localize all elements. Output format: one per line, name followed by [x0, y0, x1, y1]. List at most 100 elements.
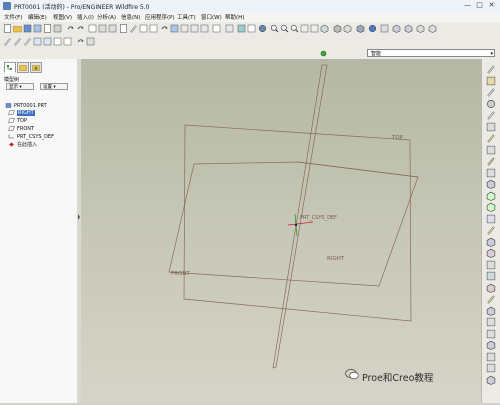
- datum-tool-icon[interactable]: [486, 214, 496, 224]
- toolbar-button-icon[interactable]: [428, 24, 437, 33]
- datum-tool-icon[interactable]: [486, 64, 496, 74]
- toolbar-button-icon[interactable]: [160, 24, 169, 33]
- toolbar-button-icon[interactable]: [290, 24, 299, 33]
- menu-analysis[interactable]: 分析(A): [97, 13, 116, 21]
- datum-tool-icon[interactable]: [486, 110, 496, 120]
- toolbar-button-icon[interactable]: [23, 37, 32, 46]
- datum-tool-icon[interactable]: [486, 145, 496, 155]
- toolbar-button-icon[interactable]: [368, 24, 377, 33]
- toolbar-button-icon[interactable]: [237, 24, 246, 33]
- datum-tool-icon[interactable]: [486, 191, 496, 201]
- graphics-canvas[interactable]: TOP RIGHT FRONT PRT_CSYS_DEF: [81, 59, 481, 403]
- datum-tool-icon[interactable]: [486, 133, 496, 143]
- toolbar-button-icon[interactable]: [43, 24, 52, 33]
- datum-tool-icon[interactable]: [486, 306, 496, 316]
- toolbar-button-icon[interactable]: [119, 24, 128, 33]
- toolbar-button-icon[interactable]: [98, 24, 107, 33]
- minimize-button[interactable]: —: [462, 1, 473, 10]
- menu-applications[interactable]: 应用程序(P): [145, 13, 175, 21]
- close-button[interactable]: ✕: [486, 1, 497, 10]
- menu-info[interactable]: 信息(N): [121, 13, 140, 21]
- datum-tool-icon[interactable]: [486, 283, 496, 293]
- toolbar-button-icon[interactable]: [180, 24, 189, 33]
- toolbar-button-icon[interactable]: [200, 24, 209, 33]
- toolbar-button-icon[interactable]: [416, 24, 425, 33]
- toolbar-button-icon[interactable]: [33, 24, 42, 33]
- folder-tab[interactable]: [17, 62, 29, 73]
- toolbar-button-icon[interactable]: [33, 37, 42, 46]
- toolbar-button-icon[interactable]: [343, 24, 352, 33]
- toolbar-button-icon[interactable]: [404, 24, 413, 33]
- menu-insert[interactable]: 插入(I): [77, 13, 94, 21]
- toolbar-button-icon[interactable]: [88, 24, 97, 33]
- favorites-tab[interactable]: [30, 62, 42, 73]
- tree-item[interactable]: 在此插入: [8, 142, 37, 149]
- datum-tool-icon[interactable]: [486, 156, 496, 166]
- datum-tool-icon[interactable]: [486, 202, 496, 212]
- tree-item[interactable]: TOP: [8, 118, 27, 125]
- toolbar-button-icon[interactable]: [86, 37, 95, 46]
- toolbar-button-icon[interactable]: [23, 24, 32, 33]
- datum-tool-icon[interactable]: [486, 99, 496, 109]
- datum-tool-icon[interactable]: [486, 179, 496, 189]
- toolbar-button-icon[interactable]: [212, 24, 221, 33]
- toolbar-button-icon[interactable]: [53, 37, 62, 46]
- settings-dropdown[interactable]: 设置 ▾: [40, 83, 68, 90]
- datum-tool-icon[interactable]: [486, 168, 496, 178]
- toolbar-button-icon[interactable]: [108, 24, 117, 33]
- datum-tool-icon[interactable]: [486, 122, 496, 132]
- toolbar-button-icon[interactable]: [149, 24, 158, 33]
- toolbar-button-icon[interactable]: [63, 37, 72, 46]
- toolbar-button-icon[interactable]: [258, 24, 267, 33]
- model-tree-tab[interactable]: [4, 62, 16, 73]
- menu-file[interactable]: 文件(F): [4, 13, 22, 21]
- toolbar-button-icon[interactable]: [247, 24, 256, 33]
- toolbar-button-icon[interactable]: [129, 24, 138, 33]
- toolbar-button-icon[interactable]: [66, 24, 75, 33]
- toolbar-button-icon[interactable]: [190, 24, 199, 33]
- toolbar-button-icon[interactable]: [310, 24, 319, 33]
- toolbar-button-icon[interactable]: [13, 37, 22, 46]
- datum-tool-icon[interactable]: [486, 363, 496, 373]
- toolbar-button-icon[interactable]: [300, 24, 309, 33]
- menu-edit[interactable]: 编辑(E): [28, 13, 47, 21]
- toolbar-button-icon[interactable]: [320, 24, 329, 33]
- datum-tool-icon[interactable]: [486, 294, 496, 304]
- toolbar-button-icon[interactable]: [43, 37, 52, 46]
- maximize-button[interactable]: □: [474, 1, 485, 10]
- toolbar-button-icon[interactable]: [333, 24, 342, 33]
- toolbar-button-icon[interactable]: [3, 37, 12, 46]
- toolbar-button-icon[interactable]: [53, 24, 62, 33]
- toolbar-button-icon[interactable]: [76, 24, 85, 33]
- datum-tool-icon[interactable]: [486, 237, 496, 247]
- datum-tool-icon[interactable]: [486, 76, 496, 86]
- tree-item[interactable]: FRONT: [8, 126, 34, 133]
- datum-tool-icon[interactable]: [486, 329, 496, 339]
- datum-tool-icon[interactable]: [486, 317, 496, 327]
- toolbar-button-icon[interactable]: [170, 24, 179, 33]
- datum-tool-icon[interactable]: [486, 225, 496, 235]
- show-dropdown[interactable]: 显示 ▾: [6, 83, 34, 90]
- datum-tool-icon[interactable]: [486, 87, 496, 97]
- datum-tool-icon[interactable]: [486, 260, 496, 270]
- toolbar-button-icon[interactable]: [280, 24, 289, 33]
- datum-tool-icon[interactable]: [486, 248, 496, 258]
- tree-item[interactable]: RIGHT: [8, 110, 35, 117]
- datum-tool-icon[interactable]: [486, 375, 496, 385]
- menu-window[interactable]: 窗口(W): [201, 13, 222, 21]
- toolbar-button-icon[interactable]: [225, 24, 234, 33]
- datum-tool-icon[interactable]: [486, 340, 496, 350]
- tree-item[interactable]: PRT0001.PRT: [5, 103, 47, 110]
- datum-tool-icon[interactable]: [486, 352, 496, 362]
- toolbar-button-icon[interactable]: [13, 24, 22, 33]
- toolbar-button-icon[interactable]: [270, 24, 279, 33]
- toolbar-button-icon[interactable]: [392, 24, 401, 33]
- menu-tools[interactable]: 工具(T): [177, 13, 196, 21]
- toolbar-button-icon[interactable]: [380, 24, 389, 33]
- toolbar-button-icon[interactable]: [3, 24, 12, 33]
- menu-view[interactable]: 视图(V): [53, 13, 72, 21]
- datum-tool-icon[interactable]: [486, 271, 496, 281]
- menu-help[interactable]: 帮助(H): [225, 13, 244, 21]
- tree-item[interactable]: PRT_CSYS_DEF: [8, 134, 54, 141]
- toolbar-button-icon[interactable]: [139, 24, 148, 33]
